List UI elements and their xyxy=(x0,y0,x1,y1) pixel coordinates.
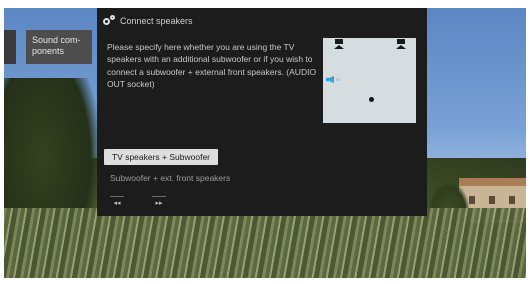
subwoofer-icon xyxy=(369,97,374,102)
menu-tab-edge[interactable] xyxy=(4,30,16,64)
menu-item-sound-components[interactable]: Sound com- ponents xyxy=(26,30,92,64)
speaker-icon xyxy=(396,39,406,49)
speaker-icon xyxy=(334,39,344,49)
tv-speaker-icon xyxy=(326,76,334,83)
tv-label: TV xyxy=(335,77,341,82)
option-tv-speakers-subwoofer[interactable]: TV speakers + Subwoofer xyxy=(104,149,218,165)
rewind-icon[interactable]: ◂◂ xyxy=(110,196,124,211)
dialog-title: Connect speakers xyxy=(120,16,193,26)
shrubs xyxy=(4,208,526,278)
dialog-header: Connect speakers xyxy=(103,14,193,28)
gear-icon xyxy=(103,15,116,27)
option-subwoofer-ext-front[interactable]: Subwoofer + ext. front speakers xyxy=(110,173,230,183)
option-label: Subwoofer + ext. front speakers xyxy=(110,173,231,183)
forward-icon[interactable]: ▸▸ xyxy=(152,196,166,211)
next-label: ▸▸ xyxy=(155,200,163,207)
menu-item-label: Sound com- ponents xyxy=(32,35,81,56)
connect-speakers-dialog: Connect speakers Please specify here whe… xyxy=(97,8,427,216)
option-label: TV speakers + Subwoofer xyxy=(111,152,211,162)
dialog-description: Please specify here whether you are usin… xyxy=(107,42,317,90)
prev-label: ◂◂ xyxy=(113,200,121,207)
speaker-diagram: TV xyxy=(323,38,416,123)
